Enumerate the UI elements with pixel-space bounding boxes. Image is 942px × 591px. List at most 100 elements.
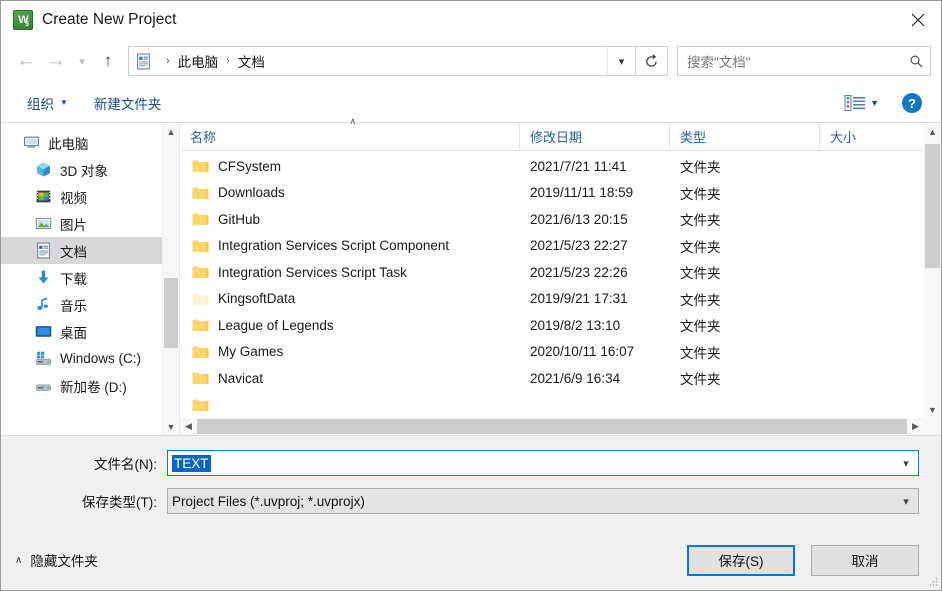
sidebar-item-this-pc[interactable]: 此电脑: [1, 129, 179, 156]
computer-icon: [24, 136, 39, 148]
chevron-down-icon[interactable]: ▼: [163, 418, 179, 435]
column-header-name[interactable]: ∧ 名称: [180, 116, 520, 150]
horizontal-scrollbar-thumb[interactable]: [197, 419, 907, 434]
breadcrumb-item-1[interactable]: 文档: [237, 51, 266, 71]
folder-icon: [192, 187, 209, 199]
chevron-right-icon[interactable]: ▶: [907, 418, 924, 435]
table-row[interactable]: Navicat 2021/6/9 16:34 文件夹: [180, 365, 941, 392]
view-chevron-down-icon[interactable]: ▼: [870, 98, 879, 108]
filetype-select[interactable]: Project Files (*.uvproj; *.uvprojx) ▾: [167, 488, 919, 514]
search-input[interactable]: 搜索"文档": [677, 46, 931, 76]
table-row[interactable]: My Games 2020/10/11 16:07 文件夹: [180, 339, 941, 366]
file-date-cell: 2021/5/23 22:27: [530, 238, 628, 254]
column-header-label: 修改日期: [530, 130, 583, 145]
sidebar-item-new-volume-d[interactable]: 新加卷 (D:): [1, 372, 179, 399]
sidebar-item-label: 3D 对象: [60, 163, 109, 179]
file-type-cell: 文件夹: [680, 186, 721, 202]
chevron-up-icon[interactable]: ▲: [163, 123, 179, 140]
folder-icon: [192, 372, 209, 385]
table-row[interactable]: GitHub 2021/6/13 20:15 文件夹: [180, 206, 941, 233]
cancel-button[interactable]: 取消: [811, 544, 919, 576]
chevron-up-icon[interactable]: ▲: [924, 123, 941, 140]
file-date-cell: 2021/5/23 22:26: [530, 264, 628, 280]
sidebar-item-videos[interactable]: 视频: [1, 183, 179, 210]
table-row[interactable]: Integration Services Script Task 2021/5/2…: [180, 259, 941, 286]
sidebar-item-label: 下载: [60, 271, 87, 287]
file-date-cell: 2019/9/21 17:31: [530, 291, 628, 307]
table-row[interactable]: CFSystem 2021/7/21 11:41 文件夹: [180, 153, 941, 180]
arrow-up-icon[interactable]: ↑: [93, 45, 123, 77]
table-row[interactable]: Integration Services Script Component 202…: [180, 233, 941, 260]
file-rows: CFSystem 2021/7/21 11:41 文件夹 Downloads 2019/…: [180, 151, 941, 435]
table-row[interactable]: Downloads 2019/11/11 18:59 文件夹: [180, 180, 941, 207]
filetype-label: 保存类型(T):: [82, 495, 157, 510]
breadcrumb-chevron-down-icon[interactable]: ▾: [607, 47, 635, 75]
vertical-scrollbar-thumb[interactable]: [925, 144, 940, 268]
resize-grip-icon[interactable]: [928, 577, 938, 587]
hide-folders-toggle[interactable]: ∧ 隐藏文件夹: [15, 550, 98, 570]
column-header-label: 大小: [830, 130, 857, 145]
file-name-cell: Navicat: [180, 371, 520, 386]
column-header-label: 类型: [680, 130, 707, 145]
folder-icon: [192, 293, 209, 305]
file-type-cell: 文件夹: [680, 319, 721, 335]
breadcrumb-item-0[interactable]: 此电脑: [177, 51, 220, 71]
column-headers: ∧ 名称 修改日期 类型 大小: [180, 116, 941, 151]
breadcrumb[interactable]: › 此电脑 › 文档 ▾: [128, 46, 636, 76]
uvision-icon: W5: [13, 10, 33, 30]
search-placeholder: 搜索"文档": [687, 55, 751, 70]
column-header-date-modified[interactable]: 修改日期: [520, 123, 670, 150]
file-name-cell: My Games: [180, 344, 520, 359]
close-icon[interactable]: [895, 1, 941, 39]
new-folder-button[interactable]: 新建文件夹: [86, 89, 170, 117]
downloads-icon: [38, 270, 49, 284]
file-date-cell: 2020/10/11 16:07: [530, 344, 635, 360]
sidebar-item-windows-c[interactable]: Windows (C:): [1, 345, 179, 372]
column-header-type[interactable]: 类型: [670, 123, 820, 150]
sidebar-item-label: 新加卷 (D:): [60, 379, 127, 395]
filename-row: 文件名(N): TEXT ▾: [1, 448, 941, 478]
file-name-cell: CFSystem: [180, 159, 520, 174]
arrow-right-icon[interactable]: →: [41, 45, 71, 77]
file-date-cell: 2019/11/11 18:59: [530, 185, 634, 201]
sort-ascending-caret-icon: ∧: [349, 116, 357, 126]
chevron-down-icon[interactable]: ▼: [924, 401, 941, 418]
scrollbar-corner: [924, 418, 941, 435]
sidebar-item-label: 桌面: [60, 325, 87, 341]
chevron-down-icon[interactable]: ▾: [894, 451, 918, 475]
filetype-row: 保存类型(T): Project Files (*.uvproj; *.uvpr…: [1, 486, 941, 516]
arrow-left-icon[interactable]: ←: [11, 45, 41, 77]
recent-locations-chevron-down-icon[interactable]: ▾: [71, 45, 93, 77]
sidebar-item-documents[interactable]: 文档: [1, 237, 179, 264]
file-list-horizontal-scrollbar[interactable]: ◀ ▶: [180, 418, 941, 435]
file-name-label: Downloads: [218, 185, 285, 201]
chevron-down-icon: ▼: [60, 98, 68, 107]
table-row[interactable]: [180, 392, 941, 419]
sidebar-item-desktop[interactable]: 桌面: [1, 318, 179, 345]
sidebar-scrollbar[interactable]: ▲ ▼: [162, 123, 179, 435]
refresh-icon[interactable]: [636, 46, 668, 76]
file-name-cell: GitHub: [180, 212, 520, 227]
3d-objects-icon: [37, 162, 50, 177]
chevron-up-icon: ∧: [15, 554, 23, 566]
filename-input[interactable]: TEXT ▾: [167, 450, 919, 476]
sidebar-item-3d-objects[interactable]: 3D 对象: [1, 156, 179, 183]
column-header-size[interactable]: 大小: [820, 123, 941, 150]
file-name-cell: KingsoftData: [180, 291, 520, 306]
folder-icon: [192, 160, 209, 173]
folder-icon: [192, 399, 209, 411]
organize-button[interactable]: 组织 ▼: [19, 89, 76, 117]
sidebar-scrollbar-thumb[interactable]: [164, 278, 178, 348]
sidebar-item-music[interactable]: 音乐: [1, 291, 179, 318]
sidebar-item-downloads[interactable]: 下载: [1, 264, 179, 291]
help-icon[interactable]: ?: [901, 92, 923, 114]
table-row[interactable]: League of Legends 2019/8/2 13:10 文件夹: [180, 312, 941, 339]
view-list-icon[interactable]: [844, 94, 866, 112]
sidebar-item-pictures[interactable]: 图片: [1, 210, 179, 237]
file-list-vertical-scrollbar[interactable]: ▲ ▼: [924, 123, 941, 418]
save-button[interactable]: 保存(S): [687, 544, 795, 576]
chevron-down-icon[interactable]: ▾: [894, 489, 918, 513]
chevron-left-icon[interactable]: ◀: [180, 418, 197, 435]
table-row[interactable]: KingsoftData 2019/9/21 17:31 文件夹: [180, 286, 941, 313]
file-name-cell: Integration Services Script Task: [180, 265, 520, 280]
